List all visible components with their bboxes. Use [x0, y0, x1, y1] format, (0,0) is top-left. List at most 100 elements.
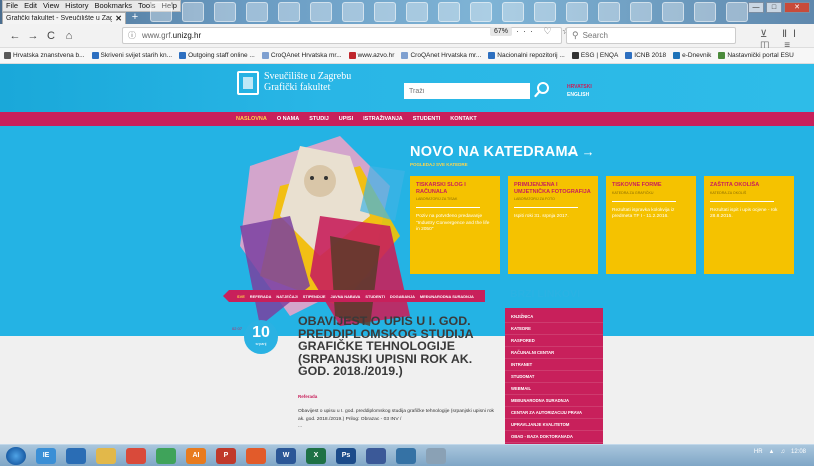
- search-input[interactable]: [582, 31, 723, 40]
- bookmark-favicon-icon: [718, 52, 726, 59]
- taskbar-app-icon[interactable]: [96, 447, 116, 464]
- menu-item-bookmarks[interactable]: Bookmarks: [92, 1, 136, 11]
- bookmark-item[interactable]: ESG | ENQA: [571, 52, 618, 59]
- forward-arrow-icon[interactable]: →: [24, 30, 42, 42]
- bookmark-favicon-icon: [179, 52, 187, 59]
- site-nav-item[interactable]: KONTAKT: [450, 116, 476, 122]
- news-tag[interactable]: NATJEČAJI: [276, 294, 297, 299]
- lang-hr[interactable]: HRVATSKI: [567, 83, 592, 91]
- quick-link-item[interactable]: INTRANET: [505, 359, 603, 371]
- language-indicator[interactable]: HR: [754, 449, 763, 455]
- taskbar-app-icon[interactable]: [126, 447, 146, 464]
- taskbar-app-icon[interactable]: [156, 447, 176, 464]
- quick-link-item[interactable]: STUDOMAT: [505, 371, 603, 383]
- card-katedra[interactable]: PRIMIJENJENA I UMJETNIČKA FOTOGRAFIJA LA…: [508, 176, 598, 274]
- hero-arrows-icon[interactable]: ← →: [565, 144, 595, 159]
- close-window-button[interactable]: ✕: [784, 2, 810, 13]
- site-logo[interactable]: Sveučilište u Zagrebu Grafički fakultet: [264, 71, 351, 93]
- taskbar-app-icon[interactable]: W: [276, 447, 296, 464]
- news-title-link[interactable]: OBAVIJEST O UPIS U I. GOD. PREDDIPLOMSKO…: [298, 315, 504, 378]
- quick-link-item[interactable]: WEBMAIL: [505, 383, 603, 395]
- reload-icon[interactable]: C: [42, 30, 60, 42]
- site-search-input[interactable]: [404, 83, 530, 99]
- taskbar-app-icon[interactable]: [426, 447, 446, 464]
- quick-link-item[interactable]: OBAD - BAZA DOKTORANADA: [505, 431, 603, 443]
- quick-link-item[interactable]: UPRAVLJANJE KVALITETOM: [505, 419, 603, 431]
- bookmark-favicon-icon: [4, 52, 11, 59]
- menu-item-edit[interactable]: Edit: [21, 1, 40, 11]
- hero-subtitle-link[interactable]: POGLEDAJ SVE KATEDRE: [410, 162, 468, 167]
- quick-link-item[interactable]: CENTAR ZA AUTORIZACIJU PRAVA: [505, 407, 603, 419]
- bookmark-item[interactable]: Outgoing staff online ...: [179, 52, 255, 59]
- back-arrow-icon[interactable]: ←: [6, 30, 24, 42]
- bookmark-item[interactable]: ICNB 2018: [625, 52, 666, 59]
- home-icon[interactable]: ⌂: [60, 30, 78, 42]
- new-tab-button[interactable]: +: [128, 12, 142, 24]
- background-windows: [150, 2, 748, 22]
- card-katedra[interactable]: TISKOVNE FORME KATEDRA ZA GRAFIČKU Rezul…: [606, 176, 696, 274]
- taskbar-app-icon[interactable]: [66, 447, 86, 464]
- bookmark-item[interactable]: e-Dnevnik: [673, 52, 711, 59]
- lang-en[interactable]: ENGLISH: [567, 91, 592, 99]
- news-tag[interactable]: STUDENTI: [365, 294, 384, 299]
- quick-link-item[interactable]: KNJIŽNICA: [505, 311, 603, 323]
- news-tag[interactable]: SVE: [237, 294, 245, 299]
- site-nav-item[interactable]: ISTRAŽIVANJA: [363, 116, 403, 122]
- taskbar-app-icon[interactable]: [246, 447, 266, 464]
- news-tag[interactable]: DOGAĐANJA: [390, 294, 415, 299]
- news-tag[interactable]: STIPENDIJE: [303, 294, 326, 299]
- quick-link-item[interactable]: MEĐUNARODNA SURADNJA: [505, 395, 603, 407]
- bookmark-item[interactable]: www.azvo.hr: [348, 52, 394, 59]
- taskbar-app-icon[interactable]: Ps: [336, 447, 356, 464]
- close-icon[interactable]: ✕: [115, 14, 122, 23]
- menu-item-history[interactable]: History: [62, 1, 91, 11]
- bookmark-item[interactable]: CroQAnet Hrvatska mr...: [261, 52, 342, 59]
- tab-grf[interactable]: Grafički fakultet - Sveučilište u Zag ✕: [2, 12, 126, 24]
- taskbar-app-icon[interactable]: AI: [186, 447, 206, 464]
- network-icon[interactable]: ▲: [769, 449, 775, 455]
- site-nav-item[interactable]: NASLOVNA: [236, 116, 267, 122]
- volume-icon[interactable]: ♫: [780, 449, 785, 455]
- bookmark-item[interactable]: CroQAnet Hrvatska mr...: [401, 52, 481, 59]
- clock[interactable]: 12:08: [791, 449, 806, 455]
- menu-item-view[interactable]: View: [40, 1, 62, 11]
- card-katedra[interactable]: ZAŠTITA OKOLIŠA KATEDRA ZA OKOLIŠ Rezult…: [704, 176, 794, 274]
- taskbar-app-icon[interactable]: [396, 447, 416, 464]
- news-tag[interactable]: JAVNA NABAVA: [330, 294, 360, 299]
- taskbar-app-icon[interactable]: [366, 447, 386, 464]
- info-icon[interactable]: ⓘ: [128, 30, 136, 41]
- news-tag[interactable]: REFERADA: [250, 294, 272, 299]
- zoom-level[interactable]: 67%: [490, 27, 513, 36]
- taskbar-app-icon[interactable]: IE: [36, 447, 56, 464]
- start-button[interactable]: [6, 446, 26, 465]
- taskbar-app-icon[interactable]: X: [306, 447, 326, 464]
- logo-icon[interactable]: [237, 71, 259, 95]
- site-nav-item[interactable]: STUDIJ: [309, 116, 329, 122]
- quick-link-item[interactable]: RAČUNALNI CENTAR: [505, 347, 603, 359]
- site-nav-item[interactable]: O NAMA: [277, 116, 299, 122]
- search-box[interactable]: ⚲: [566, 27, 736, 44]
- maximize-button[interactable]: □: [766, 2, 782, 13]
- quick-link-item[interactable]: KATEDRE: [505, 323, 603, 335]
- site-nav-item[interactable]: STUDENTI: [413, 116, 441, 122]
- bookmark-item[interactable]: Nastavnički portal ESU: [718, 52, 794, 59]
- url-text: www.grf.unizg.hr: [142, 31, 202, 40]
- search-icon[interactable]: [534, 81, 550, 99]
- news-tag[interactable]: MEĐUNARODNA SURADNJA: [420, 294, 474, 299]
- taskbar-app-icon[interactable]: P: [216, 447, 236, 464]
- minimize-button[interactable]: —: [748, 2, 764, 13]
- bookmark-favicon-icon: [571, 52, 579, 59]
- system-tray: HR ▲ ♫ 12:08: [754, 449, 806, 455]
- bookmark-item[interactable]: Hrvatska znanstvena b...: [4, 52, 85, 59]
- bookmark-label: Nastavnički portal ESU: [727, 52, 794, 59]
- search-icon: ⚲: [572, 30, 579, 40]
- card-katedra[interactable]: TISKARSKI SLOG I RAČUNALA LABORATORIJ ZA…: [410, 176, 500, 274]
- news-category[interactable]: Referada: [298, 394, 317, 399]
- menu-item-file[interactable]: File: [3, 1, 21, 11]
- quick-link-item[interactable]: RASPORED: [505, 335, 603, 347]
- site-nav-item[interactable]: UPISI: [339, 116, 353, 122]
- language-switch: HRVATSKI ENGLISH: [567, 83, 592, 99]
- website: Sveučilište u Zagrebu Grafički fakultet …: [0, 64, 814, 444]
- bookmark-item[interactable]: Skriveni svijet starih kn...: [91, 52, 172, 59]
- bookmark-item[interactable]: Nacionalni repozitorij ...: [488, 52, 565, 59]
